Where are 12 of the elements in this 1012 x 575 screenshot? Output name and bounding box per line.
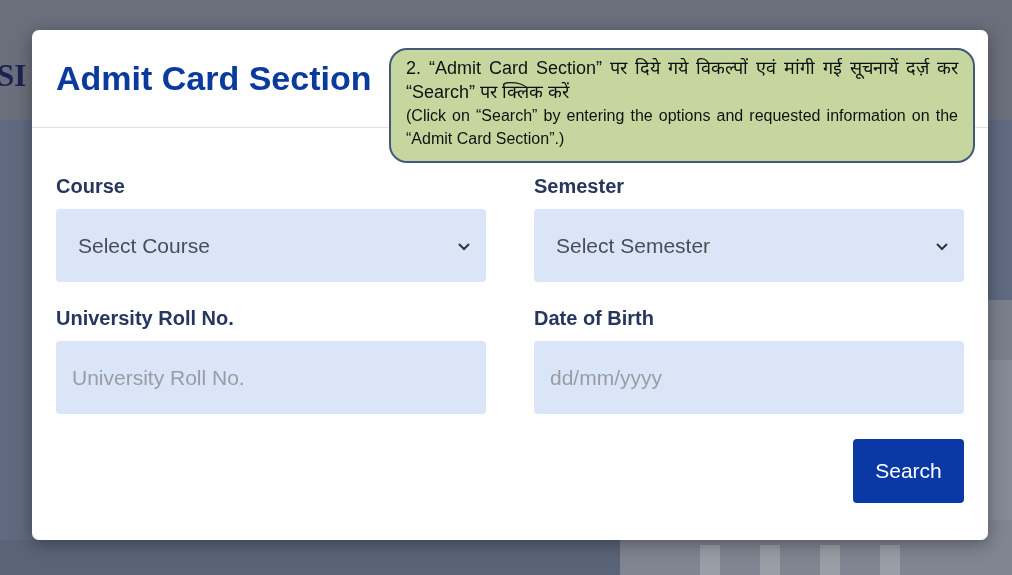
select-dropdown[interactable]: Select Semester xyxy=(534,209,964,282)
input-field[interactable]: dd/mm/yyyy xyxy=(534,341,964,414)
search-button[interactable]: Search xyxy=(853,439,964,503)
field-label: University Roll No. xyxy=(56,306,235,330)
dialog-title: Admit Card Section xyxy=(56,59,372,98)
input-field[interactable]: University Roll No. xyxy=(56,341,486,414)
field-label: Date of Birth xyxy=(534,306,655,330)
field-label: Course xyxy=(56,174,126,198)
callout-translation: (Click on “Search” by entering the options and requested information on the “Admit Card Section”.) xyxy=(406,106,958,149)
callout-instruction: 2. “Admit Card Section” पर दिये गये विकल्पों एवं मांगी गई सूचनायें दर्ज़ कर “Search” पर क्लिक करें xyxy=(406,57,958,104)
select-dropdown[interactable]: Select Course xyxy=(56,209,486,282)
field-label: Semester xyxy=(534,174,626,198)
